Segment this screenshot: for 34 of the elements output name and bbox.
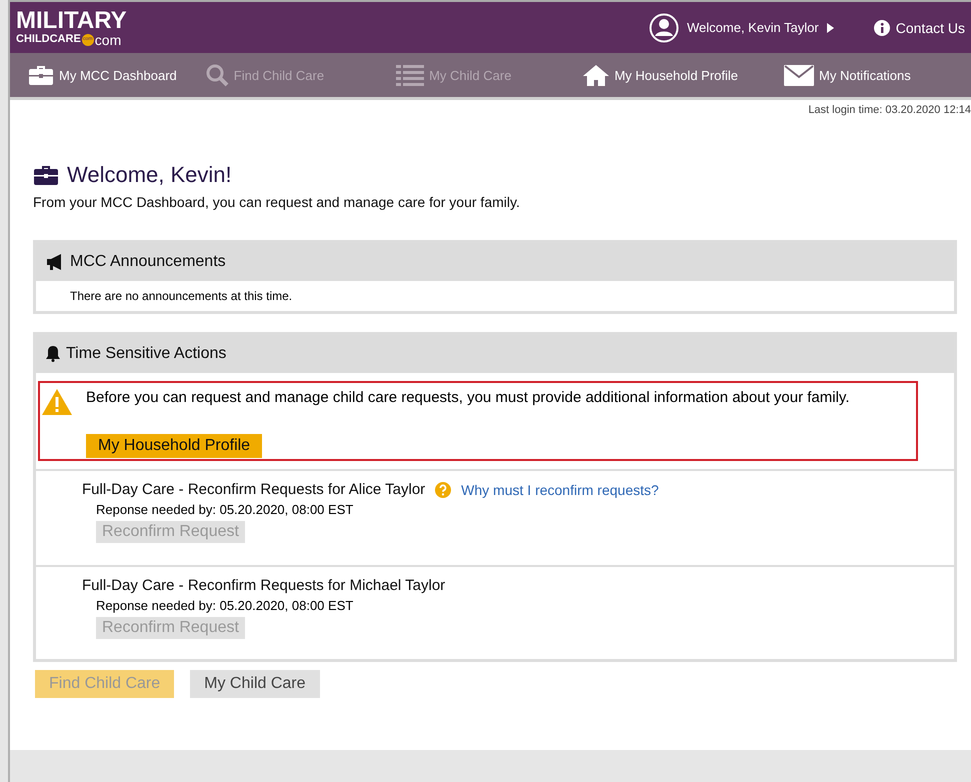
briefcase-icon: [28, 64, 54, 86]
action-button[interactable]: My Child Care: [190, 670, 320, 698]
logo-subtitle: CHILDCARE: [16, 34, 81, 45]
deadline-text: Reponse needed by: 05.20.2020, 08:00 EST: [96, 502, 354, 517]
house-icon: [583, 64, 610, 86]
deadline-text: Reponse needed by: 05.20.2020, 08:00 EST: [96, 598, 354, 613]
household-profile-button[interactable]: My Household Profile: [86, 434, 262, 458]
last-login-text: Last login time: 03.20.2020 12:14: [807, 103, 971, 116]
logo-suffix: com: [94, 32, 122, 46]
panel-title: MCC Announcements: [70, 253, 226, 271]
bell-icon: [46, 346, 60, 362]
list-icon: [396, 64, 424, 86]
panel-title: Time Sensitive Actions: [66, 345, 226, 363]
intro-text: From your MCC Dashboard, you can request and manage care for your family.: [33, 194, 521, 210]
nav-link[interactable]: My Household Profile: [583, 64, 738, 86]
search-icon: [204, 63, 229, 87]
briefcase-icon: [33, 164, 59, 186]
logo-title: MILITARY: [16, 8, 127, 32]
user-menu-link[interactable]: Welcome, Kevin Taylor: [687, 20, 819, 35]
caret-icon: [826, 22, 834, 32]
help-icon: [435, 482, 452, 498]
envelope-icon: [784, 64, 814, 86]
contact-link[interactable]: Contact Us: [896, 20, 965, 36]
warning-icon: [42, 389, 72, 415]
info-icon: [874, 20, 890, 36]
request-title: Full-Day Care - Reconfirm Requests for Michael Taylor: [82, 577, 446, 594]
alert-message: Before you can request and manage child care requests, you must provide additional information about your family.: [86, 389, 850, 406]
nav-link[interactable]: My MCC Dashboard: [28, 64, 177, 86]
announcement-message: There are no announcements at this time.: [69, 288, 294, 305]
user-avatar-icon: [649, 12, 679, 42]
request-title: Full-Day Care - Reconfirm Requests for Alice Taylor: [82, 481, 426, 498]
page-title: Welcome, Kevin!: [67, 162, 232, 188]
megaphone-icon: [46, 254, 64, 270]
nav-link[interactable]: My Notifications: [784, 64, 911, 86]
